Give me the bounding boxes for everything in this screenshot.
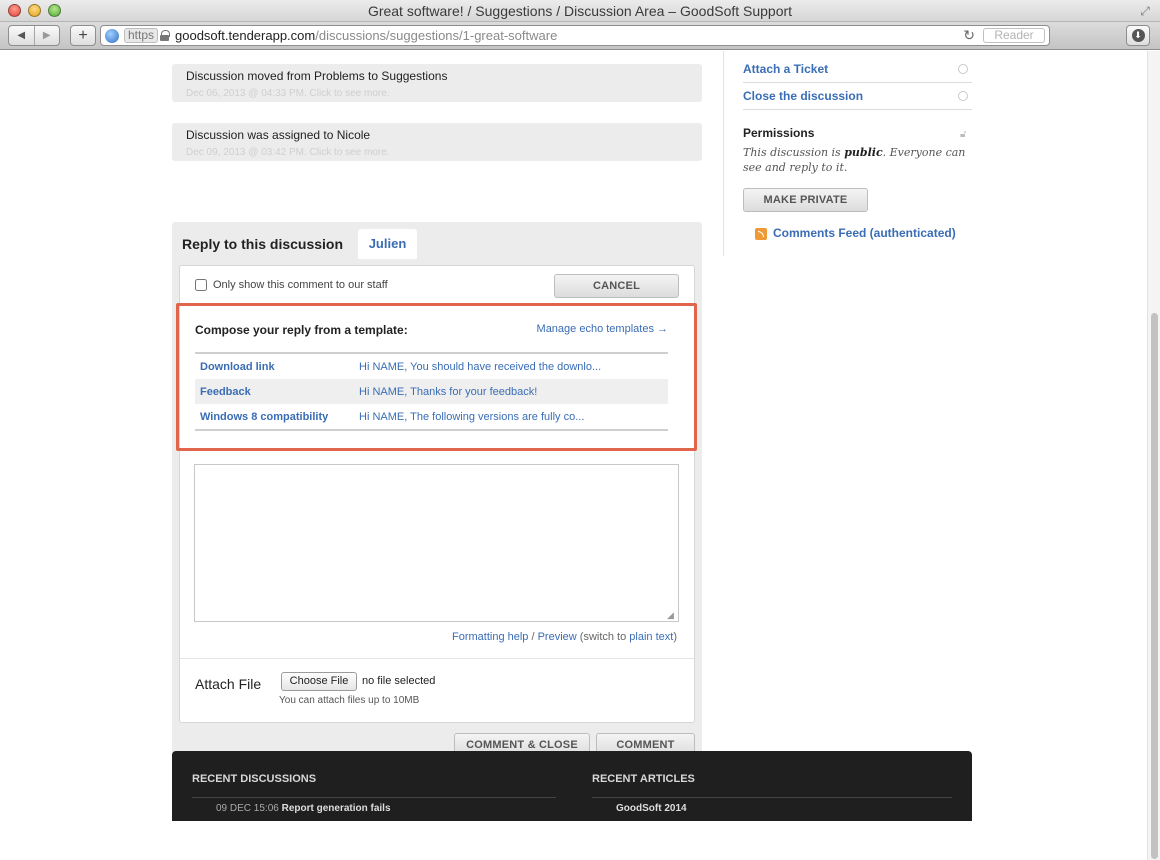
article-title[interactable]: GoodSoft 2014 [616,803,687,814]
cancel-button[interactable]: CANCEL [554,274,679,298]
lock-icon [160,30,171,41]
staff-only-input[interactable] [195,279,207,291]
globe-icon [105,28,119,43]
https-badge: https [124,28,159,43]
resize-grip-icon[interactable]: ◢ [667,610,677,620]
perm-prefix: This discussion is [743,146,845,159]
template-row[interactable]: Download link Hi NAME, You should have r… [195,354,668,379]
event-meta[interactable]: Dec 09, 2013 @ 03:42 PM. Click to see mo… [186,147,688,158]
event-title: Discussion moved from Problems to Sugges… [186,69,448,83]
page-footer: RECENT DISCUSSIONS RECENT ARTICLES 09 DE… [172,751,972,821]
formatting-help-link[interactable]: Formatting help [452,631,528,643]
reply-textarea[interactable] [194,464,679,622]
close-discussion-radio[interactable] [958,91,968,101]
forward-button[interactable]: ▶ [33,26,60,45]
url-path: /discussions/suggestions/1-great-softwar… [315,28,558,43]
sidebar-separator [743,82,972,83]
manage-templates-link[interactable]: Manage echo templates → [537,323,668,335]
recent-discussion-item[interactable]: 09 DEC 15:06 Report generation fails [216,803,391,814]
back-button[interactable]: ◀ [9,26,34,45]
window-title: Great software! / Suggestions / Discussi… [367,3,793,19]
scrollbar-thumb[interactable] [1151,313,1158,859]
footer-rule [192,797,556,798]
discussion-date: 09 DEC 15:06 [216,803,279,814]
activity-event[interactable]: Discussion moved from Problems to Sugges… [172,64,702,102]
formatting-links: Formatting help / Preview (switch to pla… [452,631,677,643]
downloads-button[interactable]: ⬇ [1126,25,1150,46]
forward-arrow-icon: ▶ [42,30,51,41]
template-name[interactable]: Windows 8 compatibility [195,411,359,423]
unlocked-padlock-icon: 🔓︎ [960,129,967,140]
fullscreen-icon[interactable]: ⤢ [1138,4,1152,18]
choose-file-button[interactable]: Choose File [281,672,357,691]
permissions-title: Permissions [743,126,815,140]
history-buttons: ◀ ▶ [8,25,60,46]
discussion-title[interactable]: Report generation fails [282,803,391,814]
add-bookmark-button[interactable]: + [70,25,96,46]
event-meta[interactable]: Dec 06, 2013 @ 04:33 PM. Click to see mo… [186,88,688,99]
reply-user-tab[interactable]: Julien [358,229,417,259]
window-titlebar: Great software! / Suggestions / Discussi… [0,0,1160,22]
recent-articles-title: RECENT ARTICLES [592,773,695,785]
template-row[interactable]: Windows 8 compatibility Hi NAME, The fol… [195,404,668,429]
comments-feed-link[interactable]: Comments Feed (authenticated) [773,226,956,240]
template-heading: Compose your reply from a template: [195,323,408,337]
url-host: goodsoft.tenderapp.com [175,28,316,43]
template-preview[interactable]: Hi NAME, You should have received the do… [359,361,668,373]
staff-only-checkbox[interactable]: Only show this comment to our staff [195,279,388,291]
footer-rule [592,797,952,798]
template-row[interactable]: Feedback Hi NAME, Thanks for your feedba… [195,379,668,404]
reload-icon[interactable]: ↻ [963,27,975,44]
download-icon: ⬇ [1131,29,1145,42]
attach-file-label: Attach File [195,676,262,692]
form-divider [180,658,694,659]
reply-heading: Reply to this discussion [182,236,344,252]
event-title: Discussion was assigned to Nicole [186,128,371,142]
attach-hint: You can attach files up to 10MB [279,695,420,706]
slash-separator: / [528,631,538,643]
staff-only-label: Only show this comment to our staff [213,279,388,291]
template-name[interactable]: Feedback [195,386,359,398]
reader-button[interactable]: Reader [983,28,1045,43]
recent-article-item[interactable]: GoodSoft 2014 [616,803,687,814]
sidebar-divider [723,51,724,256]
plus-icon: + [78,27,88,44]
plain-text-link[interactable]: plain text [629,631,673,643]
attach-ticket-link[interactable]: Attach a Ticket [743,62,828,76]
perm-status: public [844,146,883,159]
address-bar[interactable]: https goodsoft.tenderapp.com /discussion… [100,25,1050,46]
rss-feed-icon [755,228,767,240]
preview-link[interactable]: Preview [538,631,577,643]
template-preview[interactable]: Hi NAME, Thanks for your feedback! [359,386,668,398]
template-chooser: Compose your reply from a template: Mana… [176,303,697,451]
no-file-text: no file selected [362,675,436,687]
sidebar-separator [743,109,972,110]
template-name[interactable]: Download link [195,361,359,373]
template-preview[interactable]: Hi NAME, The following versions are full… [359,411,668,423]
switch-prefix: (switch to [576,631,630,643]
back-arrow-icon: ◀ [17,30,26,41]
permissions-text: This discussion is public. Everyone can … [743,145,973,175]
recent-discussions-title: RECENT DISCUSSIONS [192,773,317,785]
browser-toolbar: ◀ ▶ + https goodsoft.tenderapp.com /disc… [0,22,1160,50]
page-scrollbar[interactable] [1147,51,1160,860]
activity-event[interactable]: Discussion was assigned to Nicole Dec 09… [172,123,702,161]
attach-ticket-radio[interactable] [958,64,968,74]
make-private-button[interactable]: MAKE PRIVATE [743,188,868,212]
close-discussion-link[interactable]: Close the discussion [743,89,863,103]
switch-suffix: ) [673,631,677,643]
template-list: Download link Hi NAME, You should have r… [195,352,668,431]
